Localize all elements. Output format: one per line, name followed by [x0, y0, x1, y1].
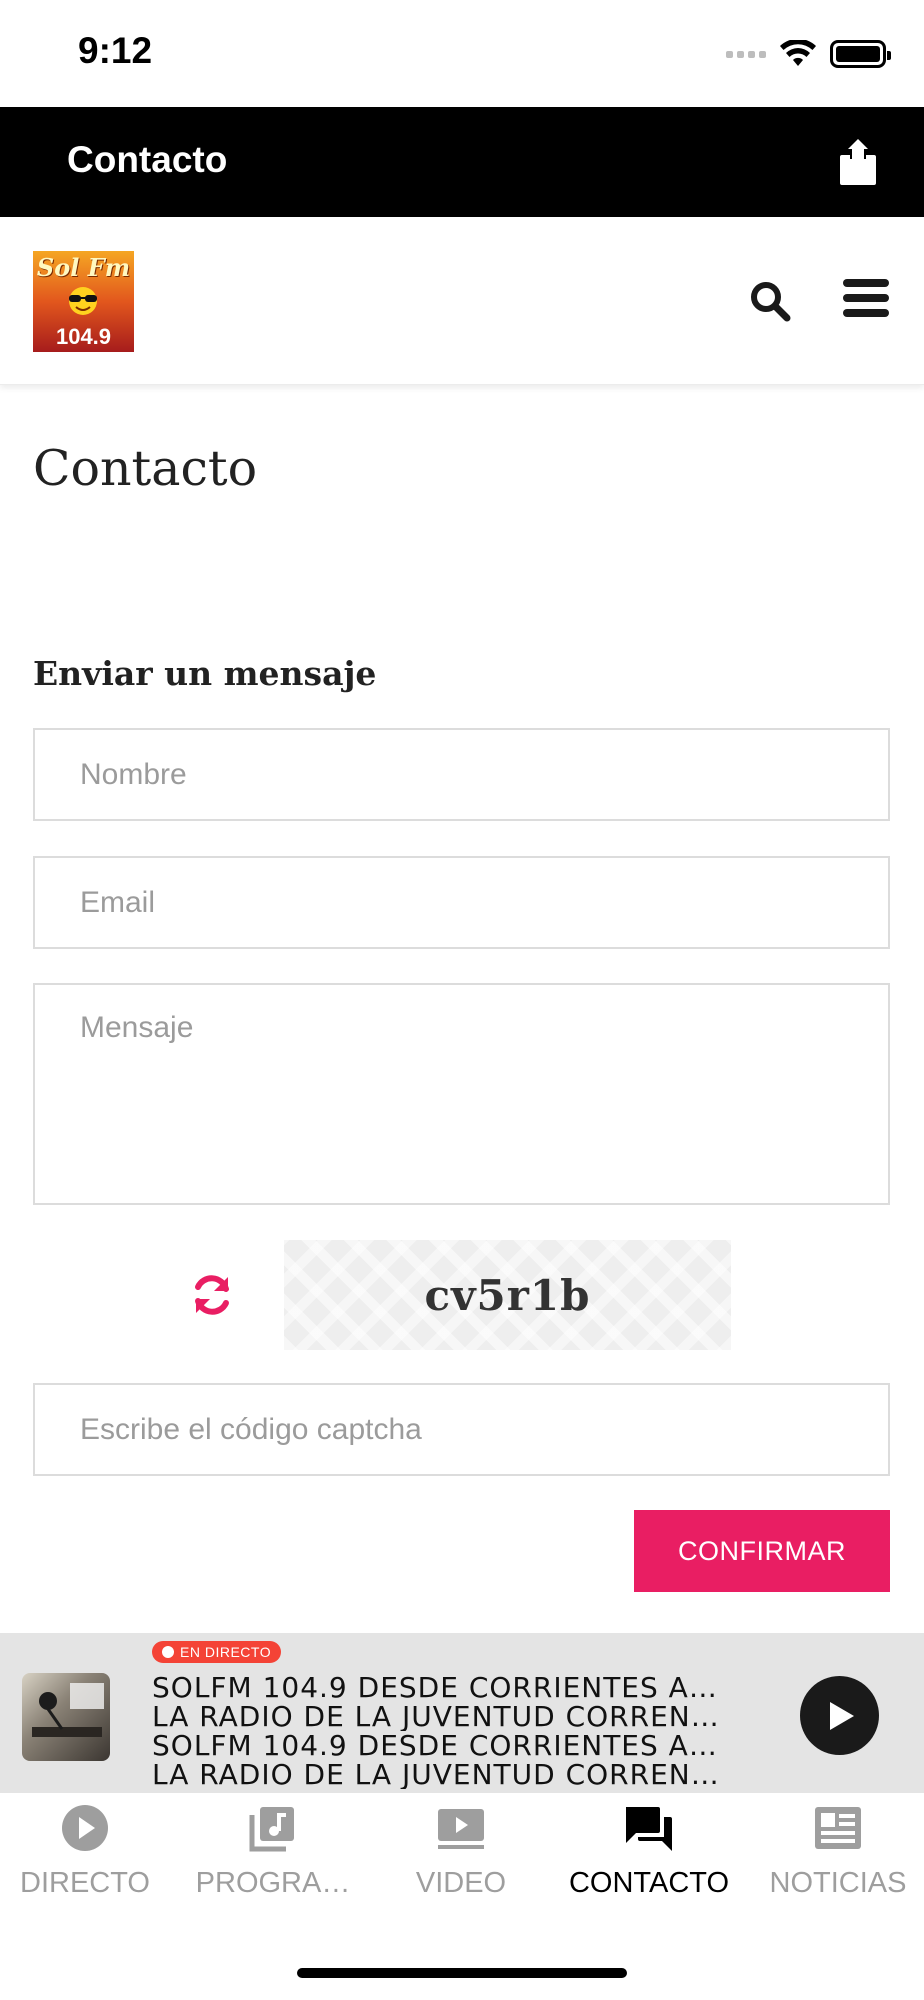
site-header: Sol Fm 104.9 — [0, 217, 924, 385]
tab-label: CONTACTO — [568, 1867, 730, 1899]
sun-icon — [69, 287, 97, 315]
now-playing-line: LA RADIO DE LA JUVENTUD CORREN… — [152, 1760, 720, 1789]
live-dot-icon — [162, 1646, 174, 1658]
share-icon — [840, 139, 876, 185]
hamburger-menu-icon — [843, 279, 889, 317]
captcha-refresh-button[interactable] — [190, 1273, 234, 1317]
player-thumbnail — [22, 1673, 110, 1761]
search-icon — [751, 282, 791, 322]
app-header-title: Contacto — [67, 139, 228, 180]
tab-label: VIDEO — [415, 1867, 507, 1899]
now-playing-text: SOLFM 104.9 DESDE CORRIENTES ARG. LA RAD… — [152, 1673, 737, 1789]
status-bar: 9:12 — [0, 0, 924, 107]
home-indicator — [297, 1968, 627, 1978]
chat-icon — [626, 1807, 672, 1851]
cellular-signal-icon — [726, 50, 766, 58]
status-time: 9:12 — [78, 30, 153, 71]
menu-button[interactable] — [843, 277, 889, 319]
battery-icon — [830, 40, 891, 68]
radio-player: EN DIRECTO SOLFM 104.9 DESDE CORRIENTES … — [0, 1633, 924, 1793]
confirm-button[interactable]: CONFIRMAR — [634, 1510, 890, 1592]
message-textarea[interactable] — [33, 983, 890, 1205]
tab-label: DIRECTO — [20, 1867, 150, 1899]
live-badge-label: EN DIRECTO — [180, 1644, 272, 1660]
captcha-image: cv5r1b — [284, 1240, 731, 1350]
email-input[interactable] — [33, 856, 890, 949]
page-title: Contacto — [33, 440, 258, 497]
captcha-code: cv5r1b — [424, 1270, 591, 1320]
app-header: Contacto — [0, 107, 924, 217]
refresh-icon — [195, 1275, 229, 1315]
logo-script-text: Sol Fm — [36, 253, 131, 282]
search-button[interactable] — [748, 279, 792, 323]
music-library-icon — [249, 1807, 294, 1852]
tab-directo[interactable]: DIRECTO — [0, 1803, 179, 1913]
share-button[interactable] — [836, 137, 880, 187]
tab-programacion[interactable]: PROGRA… — [179, 1803, 367, 1913]
news-icon — [815, 1807, 861, 1849]
tab-video[interactable]: VIDEO — [367, 1803, 555, 1913]
site-logo[interactable]: Sol Fm 104.9 — [33, 251, 134, 352]
logo-frequency: 104.9 — [55, 324, 112, 349]
captcha-input[interactable] — [33, 1383, 890, 1476]
now-playing-line: LA RADIO DE LA JUVENTUD CORREN… — [152, 1702, 720, 1731]
now-playing-line: SOLFM 104.9 DESDE CORRIENTES ARG. — [152, 1673, 737, 1702]
wifi-icon — [780, 40, 816, 66]
video-icon — [438, 1809, 484, 1849]
tab-label: NOTICIAS — [769, 1867, 907, 1899]
form-section-title: Enviar un mensaje — [33, 654, 377, 693]
tab-contacto[interactable]: CONTACTO — [555, 1803, 743, 1913]
studio-microphone-icon — [32, 1683, 104, 1737]
live-badge: EN DIRECTO — [152, 1641, 282, 1663]
tab-noticias[interactable]: NOTICIAS — [744, 1803, 924, 1913]
play-icon — [830, 1702, 854, 1730]
name-input[interactable] — [33, 728, 890, 821]
play-circle-icon — [62, 1805, 108, 1851]
status-icons — [726, 40, 891, 68]
tab-label: PROGRA… — [195, 1867, 351, 1899]
now-playing-line: SOLFM 104.9 DESDE CORRIENTES ARG. — [152, 1731, 737, 1760]
bottom-tab-bar: DIRECTO PROGRA… VIDEO CONTACTO NOTICIAS — [0, 1793, 924, 2000]
play-button[interactable] — [800, 1676, 879, 1755]
